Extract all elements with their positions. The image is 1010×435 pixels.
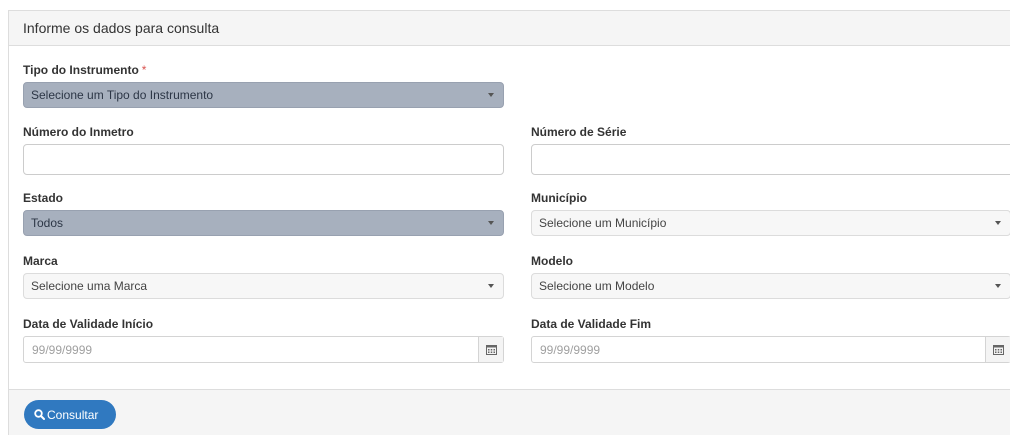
tipo-instrumento-select[interactable]: Selecione um Tipo do Instrumento [23, 82, 504, 108]
panel-heading: Informe os dados para consulta [9, 11, 1010, 46]
consultar-button[interactable]: Consultar [24, 400, 116, 429]
chevron-down-icon [488, 221, 494, 225]
chevron-down-icon [995, 284, 1001, 288]
tipo-instrumento-label-text: Tipo do Instrumento [23, 63, 139, 77]
data-inicio-calendar-button[interactable] [478, 337, 503, 362]
consulta-panel: Informe os dados para consulta Tipo do I… [8, 10, 1010, 435]
tipo-instrumento-label: Tipo do Instrumento * [23, 63, 146, 77]
required-mark: * [141, 63, 147, 77]
consultar-label: Consultar [47, 408, 99, 422]
modelo-value: Selecione um Modelo [539, 279, 655, 293]
modelo-select[interactable]: Selecione um Modelo [531, 273, 1010, 299]
numero-inmetro-input[interactable] [23, 144, 504, 175]
estado-value: Todos [31, 216, 64, 230]
calendar-icon [993, 345, 1004, 355]
marca-select[interactable]: Selecione uma Marca [23, 273, 504, 299]
numero-serie-label: Número de Série [531, 125, 627, 139]
numero-inmetro-label: Número do Inmetro [23, 125, 134, 139]
modelo-label: Modelo [531, 254, 573, 268]
numero-serie-input[interactable] [531, 144, 1010, 175]
data-fim-calendar-button[interactable] [985, 337, 1010, 362]
estado-select[interactable]: Todos [23, 210, 504, 236]
municipio-select[interactable]: Selecione um Município [531, 210, 1010, 236]
data-inicio-placeholder: 99/99/9999 [32, 343, 93, 357]
calendar-icon [486, 345, 497, 355]
tipo-instrumento-value: Selecione um Tipo do Instrumento [31, 88, 214, 102]
data-fim-label: Data de Validade Fim [531, 317, 652, 331]
data-inicio-label: Data de Validade Início [23, 317, 154, 331]
estado-label: Estado [23, 191, 64, 205]
municipio-value: Selecione um Município [539, 216, 667, 230]
chevron-down-icon [488, 284, 494, 288]
chevron-down-icon [995, 221, 1001, 225]
search-icon [34, 409, 45, 420]
data-inicio-input[interactable]: 99/99/9999 [23, 336, 504, 363]
marca-value: Selecione uma Marca [31, 279, 148, 293]
data-fim-input[interactable]: 99/99/9999 [531, 336, 1010, 363]
municipio-label: Município [531, 191, 587, 205]
chevron-down-icon [488, 93, 494, 97]
data-fim-placeholder: 99/99/9999 [540, 343, 601, 357]
panel-footer: Consultar [9, 389, 1010, 435]
marca-label: Marca [23, 254, 58, 268]
